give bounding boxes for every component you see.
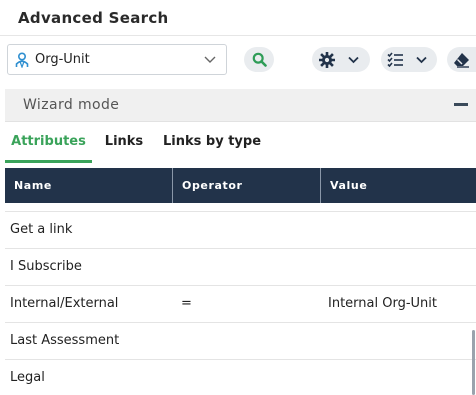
- table-row[interactable]: I Subscribe: [5, 248, 476, 285]
- person-icon: [15, 52, 29, 68]
- wizard-mode-panel[interactable]: Wizard mode: [5, 89, 476, 122]
- wizard-mode-label: Wizard mode: [23, 97, 120, 113]
- table-row[interactable]: Last Assessment: [5, 322, 476, 359]
- chevron-down-icon: [416, 56, 427, 64]
- table-row[interactable]: Get a link: [5, 211, 476, 248]
- eraser-icon: [454, 53, 469, 68]
- title-bar: Advanced Search: [0, 0, 476, 36]
- column-header-value[interactable]: Value: [321, 168, 476, 203]
- chevron-down-icon: [348, 56, 359, 64]
- checklist-icon: [387, 52, 403, 67]
- search-icon: [252, 52, 267, 67]
- settings-button[interactable]: [312, 47, 370, 72]
- cell-name: Last Assessment: [10, 333, 120, 348]
- table-row[interactable]: Internal/External = Internal Org-Unit: [5, 285, 476, 322]
- table-header: Name Operator Value: [5, 168, 476, 203]
- tab-attributes[interactable]: Attributes: [5, 123, 92, 163]
- cell-name: Get a link: [10, 222, 73, 237]
- column-header-name[interactable]: Name: [5, 168, 173, 203]
- table-body: Get a link I Subscribe Internal/External…: [5, 203, 476, 395]
- cell-operator: =: [181, 296, 192, 311]
- search-button[interactable]: [244, 47, 274, 72]
- gear-icon: [319, 52, 335, 68]
- tab-bar: Attributes Links Links by type: [5, 123, 476, 163]
- scope-select[interactable]: Org-Unit: [7, 44, 227, 75]
- cell-name: I Subscribe: [10, 259, 82, 274]
- cell-value: Internal Org-Unit: [328, 296, 437, 311]
- page-title: Advanced Search: [18, 9, 169, 27]
- tab-links[interactable]: Links: [92, 123, 156, 163]
- cell-name: Legal: [10, 370, 45, 385]
- tab-links-by-type[interactable]: Links by type: [156, 123, 268, 163]
- minus-icon[interactable]: [454, 103, 468, 106]
- clear-button[interactable]: [447, 47, 476, 72]
- scope-select-value: Org-Unit: [35, 52, 90, 67]
- column-header-operator[interactable]: Operator: [173, 168, 321, 203]
- chevron-down-icon: [204, 56, 216, 63]
- table-row[interactable]: Legal: [5, 359, 476, 395]
- table-row[interactable]: [5, 203, 476, 211]
- cell-name: Internal/External: [10, 296, 119, 311]
- toolbar: Org-Unit: [0, 36, 476, 88]
- vertical-scrollbar[interactable]: [472, 330, 475, 395]
- list-options-button[interactable]: [381, 47, 437, 72]
